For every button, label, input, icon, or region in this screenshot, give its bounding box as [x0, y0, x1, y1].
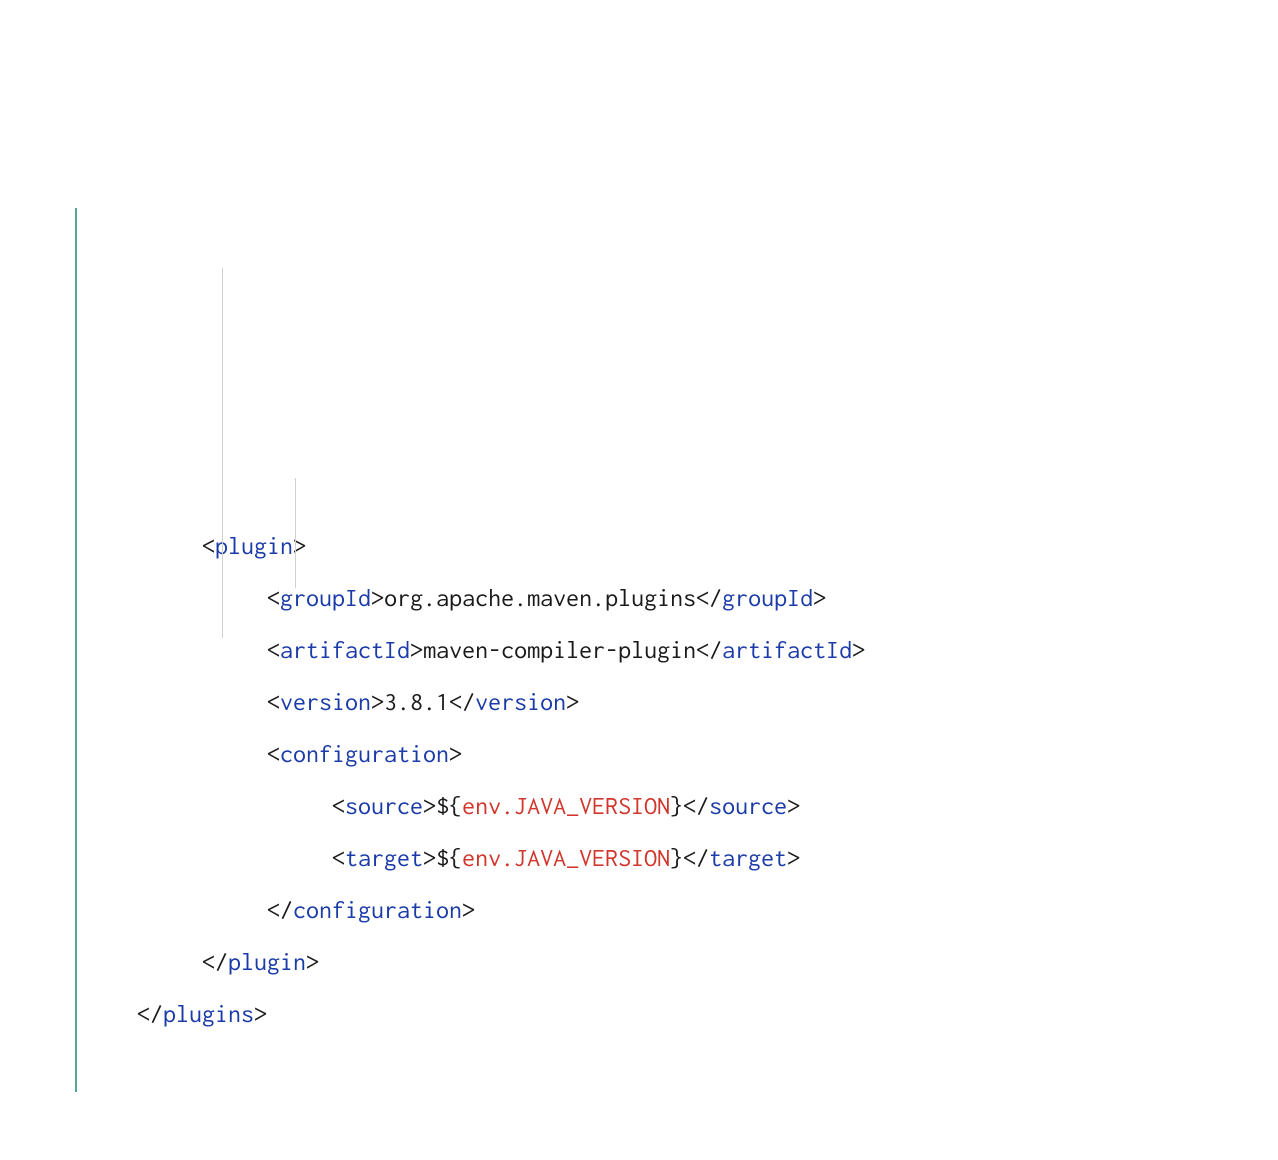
tag-plugins-close: plugins	[163, 1000, 254, 1027]
angle-bracket-close: >	[852, 636, 865, 663]
artifactId-value: maven-compiler-plugin	[423, 636, 696, 663]
tag-configuration-open: configuration	[280, 740, 449, 767]
fold-indicator-line	[75, 208, 77, 1092]
code-line[interactable]: <source>${env.JAVA_VERSION}</source>	[85, 792, 800, 819]
angle-bracket-close-open: </	[683, 844, 709, 871]
angle-bracket-close-open: </	[137, 1000, 163, 1027]
version-value: 3.8.1	[384, 688, 449, 715]
angle-bracket-open: <	[267, 584, 280, 611]
tag-plugin-close: plugin	[228, 948, 306, 975]
tag-version-close: version	[475, 688, 566, 715]
angle-bracket-close: >	[306, 948, 319, 975]
angle-bracket-open: <	[332, 844, 345, 871]
angle-bracket-close: >	[566, 688, 579, 715]
angle-bracket-close: >	[423, 844, 436, 871]
angle-bracket-close: >	[371, 688, 384, 715]
angle-bracket-close: >	[410, 636, 423, 663]
tag-target-close: target	[709, 844, 787, 871]
code-line[interactable]: <artifactId>maven-compiler-plugin</artif…	[85, 636, 865, 663]
tag-configuration-close: configuration	[293, 896, 462, 923]
angle-bracket-close: >	[787, 844, 800, 871]
angle-bracket-close-open: </	[696, 636, 722, 663]
env-variable: env.JAVA_VERSION	[462, 792, 670, 819]
code-editor[interactable]: <plugin> <groupId>org.apache.maven.plugi…	[0, 208, 1278, 1144]
angle-bracket-close: >	[423, 792, 436, 819]
angle-bracket-open: <	[267, 636, 280, 663]
angle-bracket-open: <	[332, 792, 345, 819]
angle-bracket-close: >	[462, 896, 475, 923]
code-line[interactable]: </configuration>	[85, 896, 475, 923]
tag-version-open: version	[280, 688, 371, 715]
tag-artifactId-open: artifactId	[280, 636, 410, 663]
tag-groupId-open: groupId	[280, 584, 371, 611]
tag-target-open: target	[345, 844, 423, 871]
code-line[interactable]: <target>${env.JAVA_VERSION}</target>	[85, 844, 800, 871]
angle-bracket-close: >	[371, 584, 384, 611]
angle-bracket-close: >	[254, 1000, 267, 1027]
indent-guide	[295, 478, 296, 588]
angle-bracket-close-open: </	[202, 948, 228, 975]
dollar-open: ${	[436, 792, 462, 819]
angle-bracket-close: >	[813, 584, 826, 611]
code-line[interactable]: </plugin>	[85, 948, 319, 975]
angle-bracket-open: <	[267, 688, 280, 715]
close-brace: }	[670, 844, 683, 871]
angle-bracket-close-open: </	[449, 688, 475, 715]
code-line[interactable]: <plugin>	[85, 532, 306, 559]
angle-bracket-close-open: </	[683, 792, 709, 819]
angle-bracket-close-open: </	[267, 896, 293, 923]
angle-bracket-close: >	[787, 792, 800, 819]
code-line[interactable]: <configuration>	[85, 740, 462, 767]
lightbulb-icon[interactable]	[28, 1100, 48, 1124]
angle-bracket-open: <	[202, 532, 215, 559]
angle-bracket-close-open: </	[696, 584, 722, 611]
tag-plugin-open: plugin	[215, 532, 293, 559]
angle-bracket-open: <	[267, 740, 280, 767]
dollar-open: ${	[436, 844, 462, 871]
groupId-value: org.apache.maven.plugins	[384, 584, 696, 611]
indent-guide	[222, 268, 223, 638]
code-line[interactable]: <version>3.8.1</version>	[85, 688, 579, 715]
angle-bracket-close: >	[449, 740, 462, 767]
tag-artifactId-close: artifactId	[722, 636, 852, 663]
env-variable: env.JAVA_VERSION	[462, 844, 670, 871]
tag-source-close: source	[709, 792, 787, 819]
code-content[interactable]: <plugin> <groupId>org.apache.maven.plugi…	[75, 468, 1278, 1040]
tag-groupId-close: groupId	[722, 584, 813, 611]
close-brace: }	[670, 792, 683, 819]
tag-source-open: source	[345, 792, 423, 819]
code-line[interactable]: <groupId>org.apache.maven.plugins</group…	[85, 584, 826, 611]
code-line[interactable]: </plugins>	[85, 1000, 267, 1027]
